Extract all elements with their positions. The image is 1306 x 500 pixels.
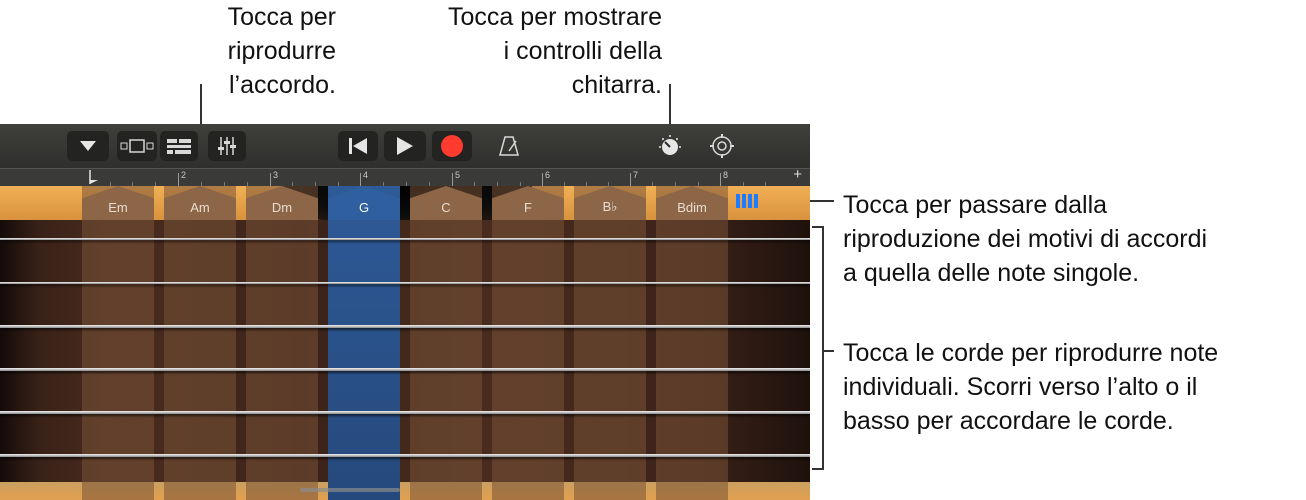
record-button[interactable] xyxy=(432,131,472,161)
ruler-number: 2 xyxy=(181,170,187,180)
rewind-button[interactable] xyxy=(338,131,378,161)
guitar-string[interactable] xyxy=(0,282,810,284)
ruler-number: 4 xyxy=(363,170,369,180)
callout-bracket-tick xyxy=(822,350,834,352)
ruler-tick xyxy=(360,173,361,187)
guitar-fretboard[interactable]: Em Am Dm G C F B♭ Bdim xyxy=(0,186,810,500)
play-button[interactable] xyxy=(384,131,426,161)
notes-mode-icon-bar xyxy=(742,194,746,208)
callout-bracket-top xyxy=(812,226,824,228)
ruler-tick xyxy=(270,173,271,187)
chord-strip-em[interactable] xyxy=(82,186,154,500)
view-button[interactable] xyxy=(117,131,157,161)
callout-guitar-controls: Tocca per mostrare i controlli della chi… xyxy=(448,3,662,99)
rewind-icon xyxy=(349,138,367,154)
view-icon xyxy=(120,139,154,153)
callout-play-chord: Tocca per riprodurre l’accordo. xyxy=(227,3,336,99)
notes-mode-icon-bar xyxy=(754,194,758,208)
ruler-tick xyxy=(542,173,543,187)
play-icon xyxy=(397,137,413,155)
add-section-button[interactable]: + xyxy=(793,166,802,183)
tracks-button[interactable] xyxy=(160,131,198,161)
guitar-string[interactable] xyxy=(0,368,810,371)
settings-button[interactable] xyxy=(702,131,742,161)
chord-strip-f[interactable] xyxy=(492,186,564,500)
home-indicator xyxy=(300,488,400,492)
control-bar xyxy=(0,124,810,168)
record-icon xyxy=(441,135,463,157)
timeline-ruler[interactable]: 2 3 4 5 6 7 8 + xyxy=(0,166,810,187)
chord-strip-am[interactable] xyxy=(164,186,236,500)
chord-strip-bflat[interactable] xyxy=(574,186,646,500)
guitar-string[interactable] xyxy=(0,325,810,328)
ruler-number: 3 xyxy=(273,170,279,180)
notes-mode-icon-bar xyxy=(748,194,752,208)
guitar-controls-button[interactable] xyxy=(650,131,690,161)
ruler-number: 5 xyxy=(455,170,461,180)
ruler-number: 8 xyxy=(723,170,729,180)
guitar-string[interactable] xyxy=(0,411,810,414)
chord-strip-bdim[interactable] xyxy=(656,186,728,500)
notes-mode-icon xyxy=(736,194,740,208)
callout-strings: Tocca le corde per riprodurre note indiv… xyxy=(843,339,1219,435)
ruler-tick xyxy=(630,173,631,187)
mixer-icon xyxy=(218,137,236,155)
chord-strip-dm[interactable] xyxy=(246,186,318,500)
knob-icon xyxy=(659,135,681,155)
browser-button[interactable] xyxy=(67,131,109,161)
chord-strip-g[interactable] xyxy=(328,186,400,500)
callout-bracket-strings xyxy=(822,226,824,470)
garageband-screen: 2 3 4 5 6 7 8 + Em Am Dm G C F B♭ Bdim xyxy=(0,124,810,500)
chord-notes-switch-button[interactable] xyxy=(736,194,758,208)
chord-strip-c[interactable] xyxy=(410,186,482,500)
guitar-string[interactable] xyxy=(0,238,810,240)
metronome-icon xyxy=(499,136,519,156)
gear-icon xyxy=(710,134,734,158)
callout-switch-mode: Tocca per passare dalla riproduzione dei… xyxy=(843,191,1208,287)
chevron-down-icon xyxy=(80,141,96,151)
callout-bracket-bottom xyxy=(812,468,824,470)
ruler-tick xyxy=(720,173,721,187)
ruler-number: 6 xyxy=(545,170,551,180)
metronome-button[interactable] xyxy=(490,131,528,161)
ruler-tick xyxy=(452,173,453,187)
playhead-icon[interactable] xyxy=(86,170,100,186)
mixer-button[interactable] xyxy=(208,131,246,161)
ruler-tick xyxy=(178,173,179,187)
ruler-number: 7 xyxy=(633,170,639,180)
tracks-icon xyxy=(167,139,191,154)
guitar-string[interactable] xyxy=(0,454,810,457)
